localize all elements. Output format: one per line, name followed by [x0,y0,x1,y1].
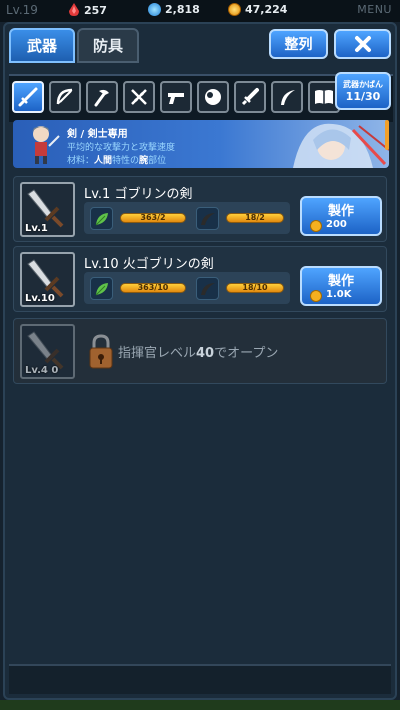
material-progress-1: 363/10 [120,283,186,293]
tab-armor[interactable]: 防具 [77,28,139,63]
red-gem-counter: 257 [68,3,107,17]
craft-button[interactable]: 製作 200 [300,196,382,236]
material-progress-2: 18/2 [226,213,284,223]
leaf-material-icon [90,277,113,300]
banner-title: 剣 / 剣士専用 [67,129,128,140]
player-level: Lv.19 [6,3,38,17]
craft-label: 製作 [327,204,354,219]
weapon-type-dual-blades[interactable] [123,81,155,113]
bow-icon [56,88,73,105]
unlock-requirement: 指揮官レベル40でオープン [118,346,279,361]
banner-materials: 材料：人間特性の腕部位 [67,156,167,166]
sword-icon [18,87,38,107]
recipe-name: Lv.10 火ゴブリンの剣 [84,257,214,272]
background-terrain [0,700,400,710]
red-gem-icon [69,3,79,16]
close-button[interactable] [334,29,391,59]
weapon-slot-level: Lv.4 0 [25,365,59,376]
game-screen: Lv.19 257 2,818 47,224 MENU 武器 防具 整列 武器か… [0,0,400,710]
blue-gem-value: 2,818 [165,3,200,16]
craft-label: 製作 [327,274,354,289]
material-progress-2: 18/10 [226,283,284,293]
horn-material-icon [196,277,219,300]
scrollbar-thumb[interactable] [385,120,389,150]
horn-material-icon [196,207,219,230]
recipe-list[interactable]: 剣 / 剣士専用 平均的な攻撃力と攻撃速度 材料：人間特性の腕部位 Lv.1 L… [9,120,389,665]
dagger-icon [241,88,259,106]
gun-icon [168,93,184,104]
character-art [293,123,389,168]
weapon-type-boomerang[interactable] [271,81,303,113]
gold-coin-icon [310,220,322,232]
weapon-class-banner: 剣 / 剣士専用 平均的な攻撃力と攻撃速度 材料：人間特性の腕部位 [13,120,389,168]
weapon-type-bar: 武器かばん 11/30 [9,72,393,122]
weapon-collection-count: 11/30 [345,90,381,103]
materials-box: 363/2 18/2 [84,202,290,234]
gold-coin-icon [228,3,241,16]
material-progress-1: 363/2 [120,213,186,223]
weapon-type-orb[interactable] [197,81,229,113]
swordsman-portrait-icon [32,126,60,164]
recipe-name: Lv.1 ゴブリンの剣 [84,187,193,202]
dual-blades-icon [131,89,147,105]
weapon-type-hammer[interactable] [86,81,118,113]
gold-counter: 47,224 [228,3,287,16]
weapon-slot-level: Lv.1 [25,223,48,234]
materials-box: 363/10 18/10 [84,272,290,304]
status-bar: Lv.19 257 2,818 47,224 MENU [0,0,400,22]
weapon-type-bow[interactable] [49,81,81,113]
book-icon [315,90,333,104]
panel-footer [9,664,391,694]
blue-gem-counter: 2,818 [148,3,200,16]
weapon-slot[interactable]: Lv.1 [20,182,75,237]
blue-gem-icon [148,3,161,16]
padlock-icon [89,334,113,369]
weapon-slot-level: Lv.10 [25,293,55,304]
recipe-card[interactable]: Lv.10 Lv.10 火ゴブリンの剣 363/10 18/10 製作 1.0K [13,246,387,312]
weapon-collection-button[interactable]: 武器かばん 11/30 [335,72,391,110]
weapon-type-dagger[interactable] [234,81,266,113]
hammer-icon [94,89,109,107]
gold-coin-icon [310,290,322,302]
sort-button[interactable]: 整列 [269,29,328,59]
recipe-card[interactable]: Lv.1 Lv.1 ゴブリンの剣 363/2 18/2 製作 200 [13,176,387,242]
banner-description: 平均的な攻撃力と攻撃速度 [67,143,176,153]
crafting-panel: 武器 防具 整列 武器かばん 11/30 剣 / 剣士専用 平均的な攻撃力と攻撃… [3,22,397,700]
weapon-type-gun[interactable] [160,81,192,113]
red-gem-value: 257 [84,3,107,17]
orb-icon [205,89,221,105]
weapon-slot[interactable]: Lv.10 [20,252,75,307]
boomerang-icon [281,90,295,105]
close-icon [354,36,371,52]
gold-value: 47,224 [245,3,288,16]
locked-recipe-card: Lv.4 0 指揮官レベル40でオープン [13,318,387,384]
craft-price: 200 [326,219,347,230]
craft-price: 1.0K [326,289,352,300]
tab-weapon[interactable]: 武器 [9,28,75,63]
weapon-collection-label: 武器かばん [343,80,383,89]
leaf-material-icon [90,207,113,230]
weapon-type-sword[interactable] [12,81,44,113]
weapon-slot: Lv.4 0 [20,324,75,379]
craft-button[interactable]: 製作 1.0K [300,266,382,306]
menu-button[interactable]: MENU [357,3,392,16]
